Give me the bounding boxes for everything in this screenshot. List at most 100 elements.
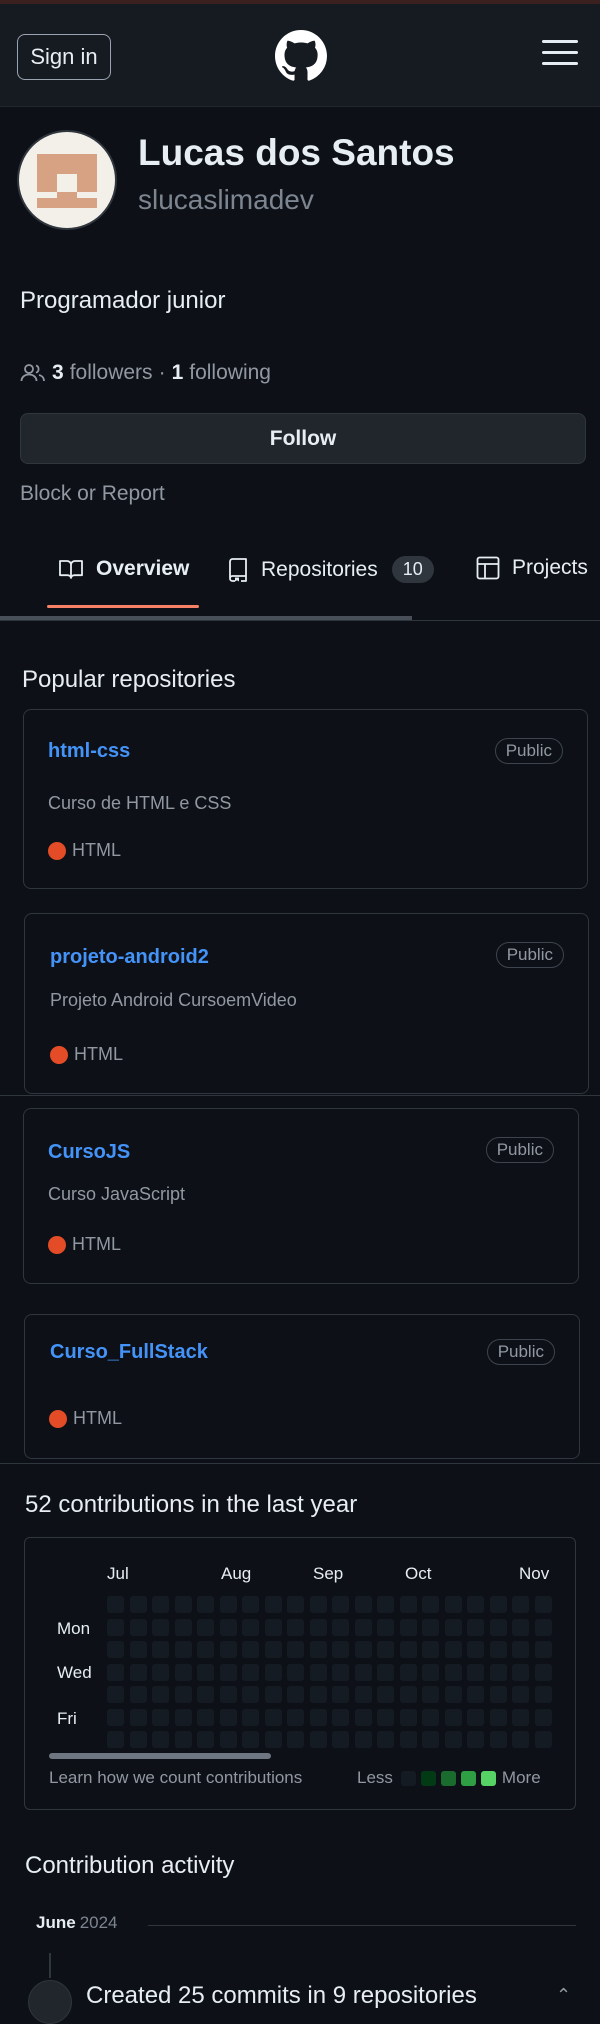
contribution-day-cell[interactable] <box>444 1708 462 1726</box>
contribution-day-cell[interactable] <box>377 1663 394 1681</box>
tab-repositories[interactable]: Repositories 10 <box>227 556 434 583</box>
contribution-day-cell[interactable] <box>332 1686 349 1703</box>
contribution-day-cell[interactable] <box>489 1731 507 1748</box>
contribution-day-cell[interactable] <box>422 1686 439 1703</box>
contribution-day-cell[interactable] <box>422 1663 439 1681</box>
contribution-day-cell[interactable] <box>129 1708 147 1726</box>
contribution-day-cell[interactable] <box>377 1731 394 1748</box>
contribution-day-cell[interactable] <box>107 1708 124 1726</box>
contribution-day-cell[interactable] <box>219 1618 237 1636</box>
contribution-day-cell[interactable] <box>399 1641 417 1658</box>
contribution-day-cell[interactable] <box>107 1641 124 1658</box>
contribution-day-cell[interactable] <box>332 1596 349 1613</box>
contribution-day-cell[interactable] <box>489 1686 507 1703</box>
contribution-day-cell[interactable] <box>309 1663 327 1681</box>
contribution-day-cell[interactable] <box>377 1641 394 1658</box>
contribution-day-cell[interactable] <box>444 1618 462 1636</box>
contribution-day-cell[interactable] <box>534 1596 552 1613</box>
contribution-day-cell[interactable] <box>512 1663 529 1681</box>
contribution-day-cell[interactable] <box>174 1663 192 1681</box>
contribution-day-cell[interactable] <box>354 1686 372 1703</box>
contribution-day-cell[interactable] <box>197 1731 214 1748</box>
contribution-day-cell[interactable] <box>422 1618 439 1636</box>
contribution-day-cell[interactable] <box>264 1596 282 1613</box>
contribution-day-cell[interactable] <box>287 1618 304 1636</box>
contribution-day-cell[interactable] <box>332 1731 349 1748</box>
contribution-day-cell[interactable] <box>489 1596 507 1613</box>
contribution-day-cell[interactable] <box>512 1596 529 1613</box>
contribution-day-cell[interactable] <box>354 1663 372 1681</box>
contribution-day-cell[interactable] <box>399 1618 417 1636</box>
contribution-day-cell[interactable] <box>377 1686 394 1703</box>
contribution-day-cell[interactable] <box>332 1618 349 1636</box>
contribution-day-cell[interactable] <box>197 1641 214 1658</box>
contribution-day-cell[interactable] <box>264 1663 282 1681</box>
contribution-day-cell[interactable] <box>422 1708 439 1726</box>
contribution-day-cell[interactable] <box>354 1618 372 1636</box>
contribution-day-cell[interactable] <box>264 1708 282 1726</box>
contribution-day-cell[interactable] <box>219 1708 237 1726</box>
contribution-day-cell[interactable] <box>422 1596 439 1613</box>
contribution-day-cell[interactable] <box>242 1663 259 1681</box>
contribution-day-cell[interactable] <box>129 1641 147 1658</box>
hamburger-menu-icon[interactable] <box>542 40 578 68</box>
calendar-scrollbar[interactable] <box>49 1753 271 1759</box>
contribution-day-cell[interactable] <box>354 1641 372 1658</box>
contribution-day-cell[interactable] <box>152 1686 169 1703</box>
contribution-day-cell[interactable] <box>174 1731 192 1748</box>
contribution-day-cell[interactable] <box>107 1663 124 1681</box>
contribution-day-cell[interactable] <box>332 1641 349 1658</box>
contribution-day-cell[interactable] <box>399 1731 417 1748</box>
followers-link[interactable]: 3 followers <box>52 361 153 385</box>
contribution-day-cell[interactable] <box>242 1596 259 1613</box>
follow-button[interactable]: Follow <box>20 413 586 464</box>
tab-projects[interactable]: Projects <box>476 556 588 580</box>
contribution-day-cell[interactable] <box>489 1618 507 1636</box>
contribution-day-cell[interactable] <box>219 1731 237 1748</box>
contribution-day-cell[interactable] <box>287 1731 304 1748</box>
contribution-day-cell[interactable] <box>534 1686 552 1703</box>
contribution-day-cell[interactable] <box>287 1686 304 1703</box>
contribution-day-cell[interactable] <box>242 1708 259 1726</box>
contribution-day-cell[interactable] <box>332 1708 349 1726</box>
contribution-day-cell[interactable] <box>264 1618 282 1636</box>
contribution-day-cell[interactable] <box>399 1686 417 1703</box>
contribution-day-cell[interactable] <box>242 1686 259 1703</box>
contribution-day-cell[interactable] <box>467 1708 484 1726</box>
contribution-day-cell[interactable] <box>332 1663 349 1681</box>
contribution-day-cell[interactable] <box>287 1596 304 1613</box>
github-logo-icon[interactable] <box>275 30 327 82</box>
contribution-day-cell[interactable] <box>242 1618 259 1636</box>
contribution-day-cell[interactable] <box>219 1663 237 1681</box>
repo-name-link[interactable]: CursoJS <box>48 1141 130 1164</box>
contribution-day-cell[interactable] <box>444 1686 462 1703</box>
contribution-day-cell[interactable] <box>309 1686 327 1703</box>
contribution-day-cell[interactable] <box>309 1618 327 1636</box>
contribution-day-cell[interactable] <box>152 1618 169 1636</box>
contribution-day-cell[interactable] <box>107 1596 124 1613</box>
contribution-day-cell[interactable] <box>399 1708 417 1726</box>
contribution-day-cell[interactable] <box>129 1686 147 1703</box>
contribution-day-cell[interactable] <box>242 1641 259 1658</box>
chevron-up-icon[interactable]: ⌃ <box>556 1985 571 2006</box>
contribution-day-cell[interactable] <box>377 1618 394 1636</box>
contribution-day-cell[interactable] <box>309 1708 327 1726</box>
contribution-day-cell[interactable] <box>467 1641 484 1658</box>
contribution-day-cell[interactable] <box>534 1618 552 1636</box>
repo-name-link[interactable]: html-css <box>48 740 130 763</box>
contribution-day-cell[interactable] <box>197 1686 214 1703</box>
contribution-day-cell[interactable] <box>287 1708 304 1726</box>
contribution-day-cell[interactable] <box>152 1731 169 1748</box>
contribution-day-cell[interactable] <box>534 1708 552 1726</box>
contribution-day-cell[interactable] <box>129 1596 147 1613</box>
contribution-day-cell[interactable] <box>512 1686 529 1703</box>
contribution-day-cell[interactable] <box>444 1663 462 1681</box>
contribution-day-cell[interactable] <box>152 1708 169 1726</box>
contribution-day-cell[interactable] <box>197 1708 214 1726</box>
contribution-day-cell[interactable] <box>219 1596 237 1613</box>
contribution-day-cell[interactable] <box>399 1596 417 1613</box>
contribution-day-cell[interactable] <box>197 1596 214 1613</box>
contribution-day-cell[interactable] <box>512 1618 529 1636</box>
avatar[interactable] <box>17 130 117 230</box>
block-or-report-link[interactable]: Block or Report <box>20 482 165 506</box>
